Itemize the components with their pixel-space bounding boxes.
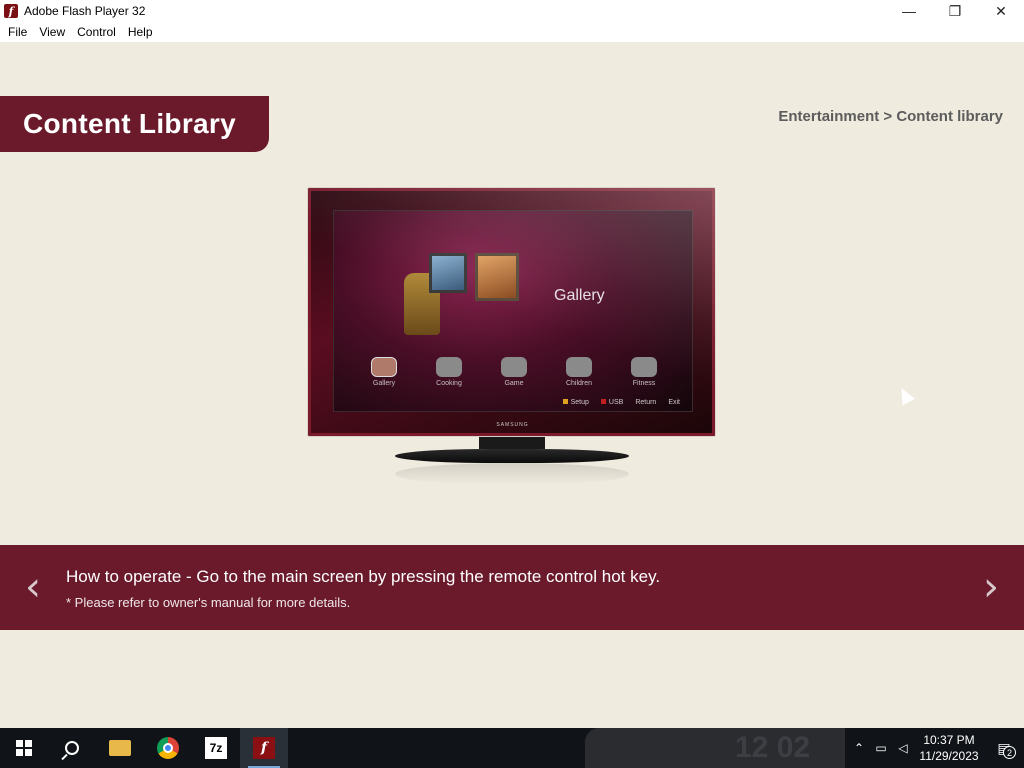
children-icon	[566, 357, 592, 377]
network-icon[interactable]: ▭	[870, 728, 892, 768]
system-tray: ⌃ ▭ ◁ 10:37 PM 11/29/2023 ▤ 2	[848, 728, 1024, 768]
previous-arrow-button[interactable]: ‹	[18, 567, 48, 607]
tv-screen: Gallery Gallery Cooking Game Children Fi…	[333, 210, 693, 412]
menu-view[interactable]: View	[33, 22, 71, 42]
flash-player-taskbar-button[interactable]: f	[240, 728, 288, 768]
page-title-banner: Content Library	[0, 96, 269, 152]
tv-stand	[479, 437, 545, 449]
chevron-up-icon[interactable]: ⌃	[848, 728, 870, 768]
search-icon	[65, 741, 79, 755]
minimize-button[interactable]: —	[886, 0, 932, 22]
tv-bottom-menu: Setup USB Return Exit	[562, 399, 680, 406]
window-title: Adobe Flash Player 32	[24, 4, 146, 18]
tv-frame: Gallery Gallery Cooking Game Children Fi…	[307, 187, 717, 438]
flash-content-area: Content Library Entertainment > Content …	[0, 42, 1024, 728]
next-arrow-button[interactable]: ›	[976, 567, 1006, 607]
tv-menu-label: Fitness	[632, 380, 656, 387]
7zip-icon: 7z	[205, 737, 227, 759]
start-button[interactable]	[0, 728, 48, 768]
desktop-wallpaper-fragment: 12 02	[585, 728, 845, 768]
close-button[interactable]: ✕	[978, 0, 1024, 22]
search-button[interactable]	[48, 728, 96, 768]
volume-muted-icon[interactable]: ◁	[892, 728, 914, 768]
file-explorer-button[interactable]	[96, 728, 144, 768]
notification-center-button[interactable]: ▤ 2	[984, 728, 1024, 768]
tv-menu-label: Children	[565, 380, 593, 387]
picture-frame-image	[475, 253, 519, 301]
tv-menu-item: Cooking	[429, 357, 469, 387]
clock-time: 10:37 PM	[923, 733, 975, 747]
tv-exit-hint: Exit	[668, 399, 680, 406]
game-icon	[501, 357, 527, 377]
tv-menu-label: Gallery	[372, 380, 396, 387]
clock-date: 11/29/2023	[919, 749, 979, 763]
menu-control[interactable]: Control	[71, 22, 122, 42]
tv-menu-label: Cooking	[436, 380, 462, 387]
gallery-icon	[371, 357, 397, 377]
instruction-text: How to operate - Go to the main screen b…	[66, 567, 661, 586]
instruction-note: * Please refer to owner's manual for mor…	[66, 595, 351, 610]
system-clock[interactable]: 10:37 PM 11/29/2023	[914, 732, 984, 764]
notification-count: 2	[1003, 746, 1016, 759]
breadcrumb: Entertainment > Content library	[778, 108, 1003, 125]
cooking-icon	[436, 357, 462, 377]
restore-button[interactable]: ❐	[932, 0, 978, 22]
start-icon	[16, 740, 32, 756]
tv-usb-hint: USB	[600, 399, 623, 406]
tv-setup-hint: Setup	[562, 399, 589, 406]
flash-player-icon: f	[253, 737, 275, 759]
fitness-icon	[631, 357, 657, 377]
tv-menu-item: Game	[494, 357, 534, 387]
tv-stand-base	[395, 449, 629, 463]
menu-help[interactable]: Help	[122, 22, 159, 42]
page-title: Content Library	[23, 108, 236, 139]
chrome-button[interactable]	[144, 728, 192, 768]
tv-menu-item: Gallery	[364, 357, 404, 387]
mouse-cursor	[895, 384, 915, 406]
menu-bar: File View Control Help	[0, 22, 1024, 42]
tv-menu-item: Children	[559, 357, 599, 387]
window-titlebar: f Adobe Flash Player 32 — ❐ ✕	[0, 0, 1024, 22]
tv-brand-logo: SAMSUNG	[496, 422, 529, 428]
tv-menu-icons: Gallery Cooking Game Children Fitness	[364, 357, 664, 387]
tv-menu-label: Game	[504, 380, 524, 387]
tv-menu-item: Fitness	[624, 357, 664, 387]
chrome-icon	[157, 737, 179, 759]
flash-icon: f	[4, 4, 18, 18]
tv-screen-title: Gallery	[554, 287, 605, 304]
windows-taskbar: 12 02 7z f ⌃ ▭ ◁ 10:37 PM 11/29/2023 ▤ 2	[0, 728, 1024, 768]
menu-file[interactable]: File	[2, 22, 33, 42]
tv-return-hint: Return	[635, 399, 657, 406]
picture-frame-image	[429, 253, 467, 293]
tv-illustration: Gallery Gallery Cooking Game Children Fi…	[307, 187, 717, 487]
instruction-band: ‹ How to operate - Go to the main screen…	[0, 545, 1024, 630]
file-explorer-icon	[109, 740, 131, 756]
7zip-button[interactable]: 7z	[192, 728, 240, 768]
window-controls: — ❐ ✕	[886, 0, 1024, 22]
